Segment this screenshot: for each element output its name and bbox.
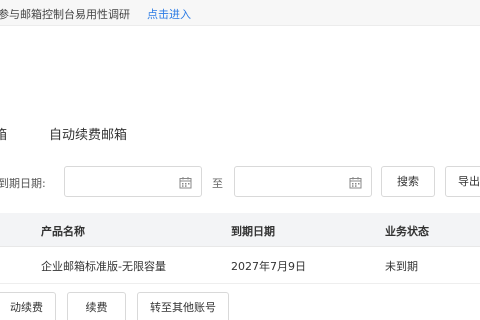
cell-status: 未到期	[385, 260, 418, 273]
transfer-account-button[interactable]: 转至其他账号	[137, 292, 229, 320]
column-header-status: 业务状态	[385, 225, 429, 238]
column-header-product: 产品名称	[41, 225, 85, 238]
renew-button[interactable]: 续费	[67, 292, 126, 320]
end-date-input[interactable]	[241, 172, 346, 191]
calendar-icon[interactable]	[349, 176, 362, 189]
search-button[interactable]: 搜索	[381, 166, 435, 197]
calendar-icon[interactable]	[179, 176, 192, 189]
tab-mailbox[interactable]: 箱	[0, 124, 7, 143]
end-date-field[interactable]	[234, 166, 372, 197]
auto-renew-button[interactable]: 动续费	[0, 292, 56, 320]
date-range-separator: 至	[212, 177, 223, 190]
start-date-field[interactable]	[64, 166, 202, 197]
tab-auto-renew-mailbox[interactable]: 自动续费邮箱	[49, 124, 127, 143]
column-header-expiry: 到期日期	[231, 225, 275, 238]
start-date-input[interactable]	[71, 172, 176, 191]
tab-bar: 箱 自动续费邮箱	[0, 120, 480, 150]
export-button[interactable]: 导出	[445, 166, 480, 197]
table-header: 产品名称 到期日期 业务状态	[0, 213, 480, 247]
survey-banner-text: 参与邮箱控制台易用性调研	[0, 8, 130, 21]
cell-product-name: 企业邮箱标准版-无限容量	[41, 260, 166, 273]
expiry-date-label: 到期日期:	[0, 177, 46, 190]
cell-expiry-date: 2027年7月9日	[231, 260, 306, 273]
table-row[interactable]: 企业邮箱标准版-无限容量 2027年7月9日 未到期	[0, 247, 480, 284]
survey-link[interactable]: 点击进入	[147, 6, 191, 22]
survey-banner: 参与邮箱控制台易用性调研 点击进入	[0, 0, 480, 26]
